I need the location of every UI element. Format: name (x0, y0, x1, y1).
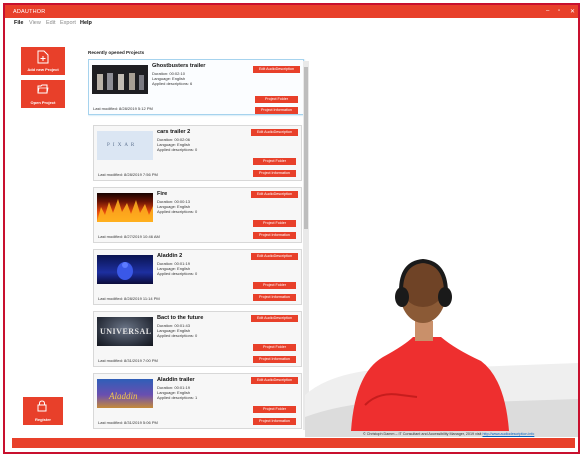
edit-audiodescription-button[interactable]: Edit AudioDescription (251, 377, 298, 384)
project-descriptions: Applied descriptions: 0 (157, 333, 198, 338)
project-card[interactable]: UNIVERSAL Bact to the future Duration: 0… (93, 311, 302, 367)
project-folder-button[interactable]: Project Folder (253, 158, 296, 165)
app-title: ADAUTHOR (13, 9, 46, 15)
project-last-modified: Last modified: 8/28/2019 7:56 PM (98, 172, 158, 177)
project-folder-button[interactable]: Project Folder (253, 220, 296, 227)
menu-bar: File View Edit Export Help (5, 18, 578, 28)
project-descriptions: Applied descriptions: 6 (152, 81, 193, 86)
project-descriptions: Applied descriptions: 0 (157, 209, 198, 214)
project-title: cars trailer 2 (157, 129, 191, 135)
project-folder-button[interactable]: Project Folder (253, 406, 296, 413)
project-folder-button[interactable]: Project Folder (255, 96, 298, 103)
project-information-button[interactable]: Project Information (253, 418, 296, 425)
project-thumbnail (97, 255, 153, 284)
project-thumbnail: P I X A R (97, 131, 153, 160)
project-thumbnail: UNIVERSAL (97, 317, 153, 346)
add-project-button[interactable]: Add new Project (21, 47, 65, 75)
project-information-button[interactable]: Project Information (253, 232, 296, 239)
project-card[interactable]: P I X A R cars trailer 2 Duration: 00:02… (93, 125, 302, 181)
open-project-label: Open Project (30, 100, 56, 105)
register-button[interactable]: Register (23, 397, 63, 425)
register-label: Register (34, 417, 51, 422)
maximize-icon[interactable]: ▫ (558, 8, 560, 14)
edit-audiodescription-button[interactable]: Edit AudioDescription (251, 191, 298, 198)
project-descriptions: Applied descriptions: 0 (157, 147, 198, 152)
pixar-logo-text: P I X A R (107, 143, 136, 148)
project-folder-button[interactable]: Project Folder (253, 344, 296, 351)
project-folder-button[interactable]: Project Folder (253, 282, 296, 289)
app-window: ADAUTHOR – ▫ ✕ File View Edit Export Hel… (3, 3, 580, 454)
project-descriptions: Applied descriptions: 1 (157, 395, 198, 400)
close-icon[interactable]: ✕ (570, 8, 575, 15)
aladdin-logo-text: Aladdin (109, 391, 138, 401)
menu-export[interactable]: Export (60, 20, 76, 26)
menu-file[interactable]: File (14, 20, 23, 26)
footer-credit: © Christoph Damm – IT Consultant and Acc… (363, 432, 534, 436)
listener-background-image (305, 258, 578, 437)
menu-edit[interactable]: Edit (46, 20, 55, 26)
open-project-button[interactable]: Open Project (21, 80, 65, 108)
project-title: Aladdin trailer (157, 377, 195, 383)
project-last-modified: Last modified: 8/31/2019 7:00 PM (98, 358, 158, 363)
project-information-button[interactable]: Project Information (253, 170, 296, 177)
project-thumbnail (92, 65, 148, 94)
project-card[interactable]: Fire Duration: 00:00:13 Language: Englis… (93, 187, 302, 243)
project-last-modified: Last modified: 8/27/2019 10:46 AM (98, 234, 160, 239)
project-information-button[interactable]: Project Information (253, 356, 296, 363)
title-bar: ADAUTHOR – ▫ ✕ (5, 5, 578, 18)
menu-view[interactable]: View (29, 20, 41, 26)
folder-icon (37, 84, 49, 94)
edit-audiodescription-button[interactable]: Edit AudioDescription (253, 66, 300, 73)
menu-help[interactable]: Help (80, 20, 92, 26)
lock-icon (37, 400, 47, 412)
footer-text: © Christoph Damm – IT Consultant and Acc… (363, 432, 482, 436)
project-card[interactable]: Ghostbusters trailer Duration: 00:02:10 … (88, 59, 304, 115)
project-last-modified: Last modified: 8/28/2019 5:12 PM (93, 106, 153, 111)
project-thumbnail (97, 193, 153, 222)
new-file-icon (37, 50, 49, 64)
universal-logo-text: UNIVERSAL (100, 327, 152, 336)
project-title: Fire (157, 191, 168, 197)
footer-link[interactable]: http://www.audiodescription.info (482, 432, 534, 436)
project-title: Aladdin 2 (157, 253, 183, 259)
edit-audiodescription-button[interactable]: Edit AudioDescription (251, 315, 298, 322)
scrollbar-thumb[interactable] (304, 67, 308, 229)
project-card[interactable]: Aladdin 2 Duration: 00:01:19 Language: E… (93, 249, 302, 305)
project-last-modified: Last modified: 8/28/2019 11:14 PM (98, 296, 160, 301)
recent-projects-list: Ghostbusters trailer Duration: 00:02:10 … (88, 59, 310, 431)
add-project-label: Add new Project (27, 67, 59, 72)
project-thumbnail: Aladdin (97, 379, 153, 408)
project-card[interactable]: Aladdin Aladdin trailer Duration: 00:01:… (93, 373, 302, 429)
project-information-button[interactable]: Project Information (255, 107, 298, 114)
project-information-button[interactable]: Project Information (253, 294, 296, 301)
project-last-modified: Last modified: 8/31/2019 5:06 PM (98, 420, 158, 425)
edit-audiodescription-button[interactable]: Edit AudioDescription (251, 129, 298, 136)
project-descriptions: Applied descriptions: 0 (157, 271, 198, 276)
edit-audiodescription-button[interactable]: Edit AudioDescription (251, 253, 298, 260)
recent-projects-heading: Recently opened Projects (88, 50, 145, 55)
project-title: Bact to the future (157, 315, 204, 321)
status-bar (12, 438, 575, 448)
minimize-icon[interactable]: – (546, 8, 549, 14)
project-title: Ghostbusters trailer (152, 63, 206, 69)
